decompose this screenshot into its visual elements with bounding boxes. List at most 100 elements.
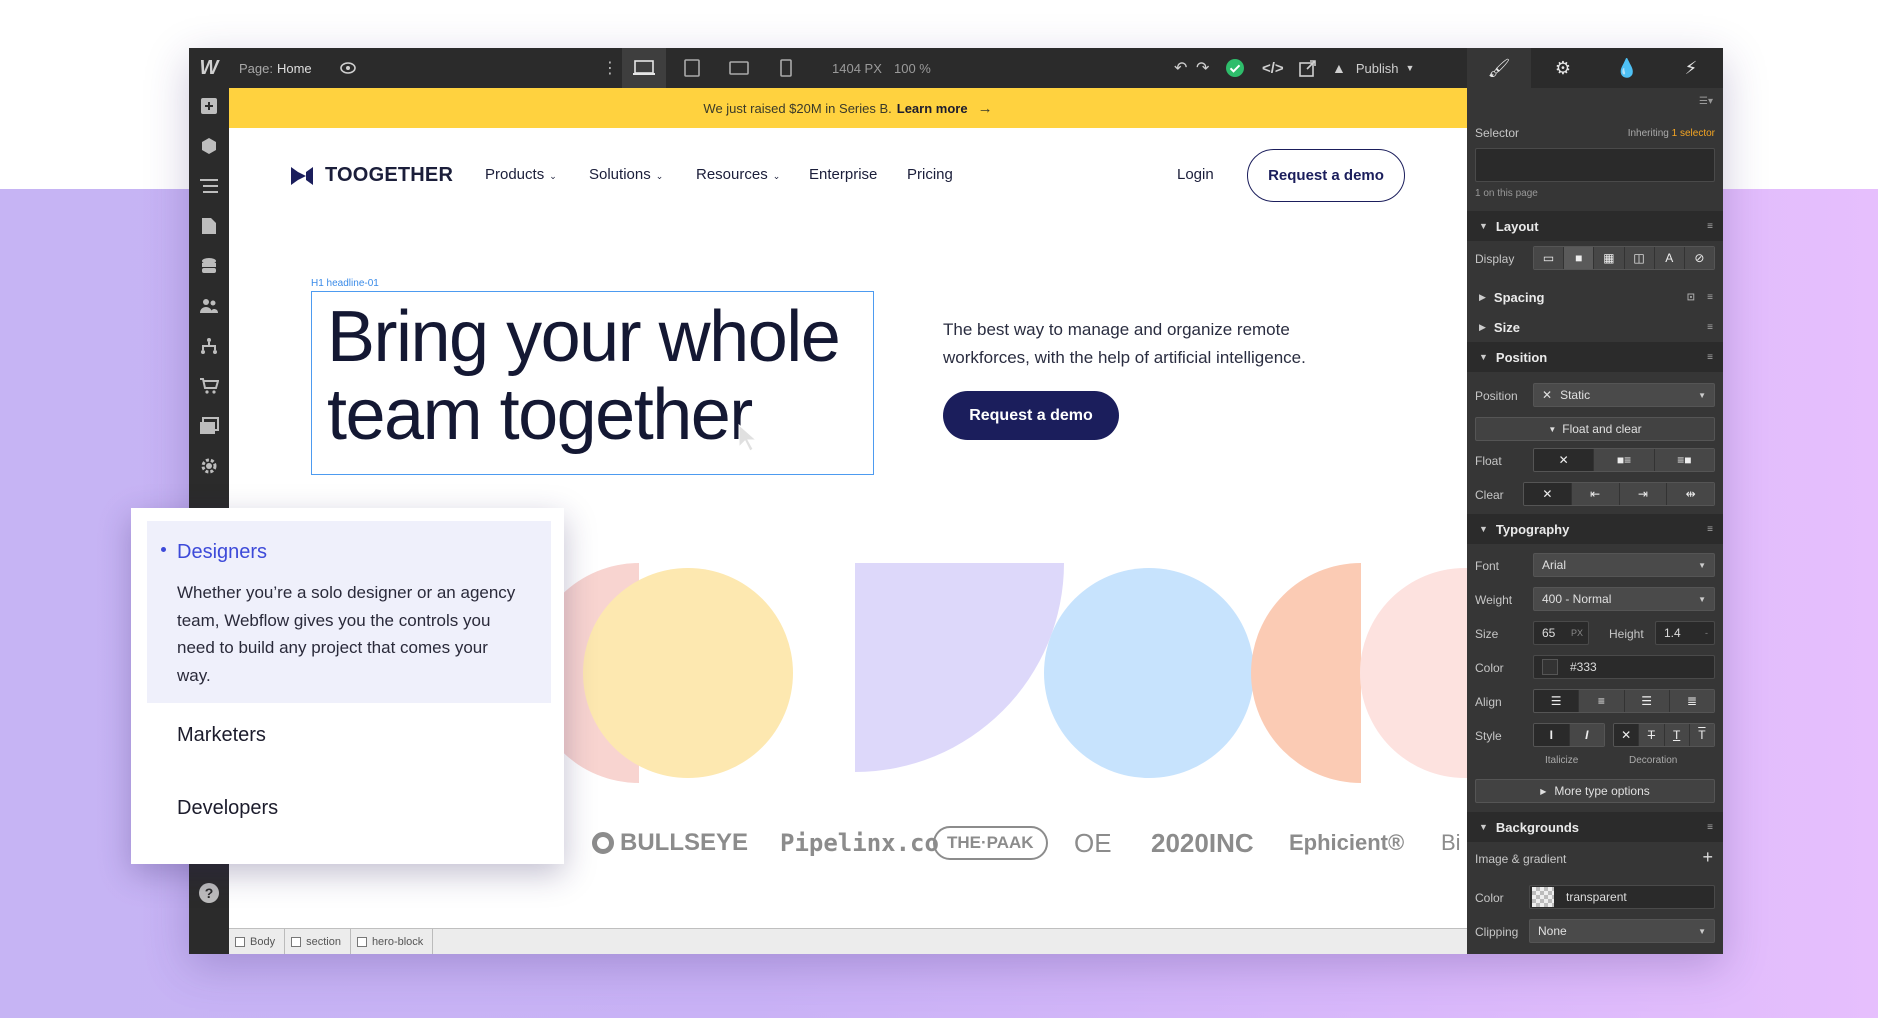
font-select[interactable]: Arial ▼ — [1533, 553, 1715, 577]
nav-pricing[interactable]: Pricing — [907, 166, 953, 183]
caret-down-icon: ▼ — [1698, 594, 1706, 604]
display-inline-icon[interactable]: A — [1654, 247, 1685, 269]
display-none-icon[interactable]: ⊘ — [1684, 247, 1714, 269]
clear-none-icon[interactable]: ✕ — [1524, 483, 1572, 505]
style-brush-icon[interactable]: 🖌 — [1467, 48, 1531, 88]
size-section-header[interactable]: ▶ Size ≡ — [1467, 312, 1723, 342]
underline-icon[interactable]: T — [1664, 724, 1690, 746]
backgrounds-section-header[interactable]: ▼ Backgrounds ≡ — [1467, 812, 1723, 842]
decoration-none-icon[interactable]: ✕ — [1614, 724, 1640, 746]
nav-products[interactable]: Products ⌄ — [485, 166, 557, 183]
style-manager-drops-icon[interactable]: 💧 — [1595, 48, 1659, 88]
float-none-icon[interactable]: ✕ — [1534, 449, 1595, 471]
font-size-unit[interactable]: PX — [1571, 628, 1583, 638]
display-inline-block-icon[interactable]: ◫ — [1624, 247, 1655, 269]
desktop-breakpoint-icon[interactable] — [622, 48, 666, 88]
style-italic-icon[interactable]: I — [1569, 724, 1604, 746]
float-and-clear-toggle[interactable]: ▼ Float and clear — [1475, 417, 1715, 441]
cms-icon[interactable] — [197, 254, 221, 278]
line-height-unit[interactable]: - — [1705, 628, 1708, 638]
line-height-input[interactable]: 1.4 - — [1655, 621, 1715, 645]
export-icon[interactable] — [1299, 48, 1317, 88]
display-flex-icon[interactable]: ■ — [1564, 247, 1595, 269]
breadcrumb-hero-block[interactable]: hero-block — [351, 928, 434, 954]
add-background-icon[interactable]: + — [1702, 847, 1713, 868]
style-regular-icon[interactable]: I — [1534, 724, 1570, 746]
position-section-header[interactable]: ▼ Position ≡ — [1467, 342, 1723, 372]
spacing-section-header[interactable]: ▶ Spacing ⊡ ≡ — [1467, 282, 1723, 312]
color-swatch[interactable] — [1542, 659, 1558, 675]
tablet-breakpoint-icon[interactable] — [677, 48, 707, 88]
logic-icon[interactable] — [197, 334, 221, 358]
page-selector[interactable]: Page: Home — [239, 48, 312, 88]
align-left-icon[interactable]: ☰ — [1534, 690, 1580, 712]
panel-options-icon[interactable]: ☰▾ — [1699, 96, 1713, 107]
inheriting-label: Inheriting — [1627, 128, 1669, 139]
brand-logo[interactable]: TOOGETHER — [291, 164, 453, 187]
align-center-icon[interactable]: ≡ — [1579, 690, 1625, 712]
add-panel-icon[interactable] — [197, 94, 221, 118]
navigator-icon[interactable] — [197, 174, 221, 198]
display-grid-icon[interactable]: ▦ — [1594, 247, 1625, 269]
clipping-select[interactable]: None ▼ — [1529, 919, 1715, 943]
clear-left-icon[interactable]: ⇤ — [1571, 483, 1620, 505]
position-select[interactable]: ✕ Static ▼ — [1533, 383, 1715, 407]
text-color-input[interactable]: #333 — [1533, 655, 1715, 679]
typography-section-header[interactable]: ▼ Typography ≡ — [1467, 514, 1723, 544]
publish-status-icon[interactable] — [1225, 48, 1245, 88]
nav-resources[interactable]: Resources ⌄ — [696, 166, 780, 183]
nav-enterprise[interactable]: Enterprise — [809, 166, 877, 183]
request-demo-nav-button[interactable]: Request a demo — [1247, 149, 1405, 202]
float-left-icon[interactable]: ■≡ — [1594, 449, 1655, 471]
clear-right-icon[interactable]: ⇥ — [1619, 483, 1668, 505]
bg-color-input[interactable]: transparent — [1529, 885, 1715, 909]
help-icon[interactable]: ? — [197, 881, 221, 905]
element-box-icon — [235, 936, 245, 947]
logo-oe: OE — [1074, 827, 1112, 858]
webflow-logo-icon[interactable]: W — [189, 48, 229, 88]
weight-select[interactable]: 400 - Normal ▼ — [1533, 587, 1715, 611]
publish-button[interactable]: ▲ Publish ▼ — [1332, 48, 1414, 88]
assets-icon[interactable] — [197, 414, 221, 438]
breadcrumb-section[interactable]: section — [285, 928, 351, 954]
mobile-landscape-icon[interactable] — [724, 48, 754, 88]
clear-both-icon[interactable]: ⇹ — [1667, 483, 1714, 505]
more-type-options-toggle[interactable]: ▶ More type options — [1475, 779, 1715, 803]
align-right-icon[interactable]: ☰ — [1624, 690, 1670, 712]
tab-marketers[interactable]: Marketers — [177, 724, 266, 747]
preview-eye-icon[interactable] — [339, 48, 357, 88]
element-breadcrumb: Body section hero-block — [229, 928, 1467, 954]
interactions-bolt-icon[interactable]: ⚡ — [1659, 48, 1723, 88]
mobile-portrait-icon[interactable] — [771, 48, 801, 88]
inheriting-count[interactable]: 1 selector — [1672, 128, 1715, 139]
settings-gear-icon[interactable] — [197, 454, 221, 478]
hero-headline[interactable]: Bring your whole team together — [327, 298, 867, 454]
font-size-input[interactable]: 65 PX — [1533, 621, 1589, 645]
transparent-swatch[interactable] — [1532, 887, 1554, 907]
pages-icon[interactable] — [197, 214, 221, 238]
brand-name: TOOGETHER — [325, 164, 454, 186]
selector-input[interactable] — [1475, 148, 1715, 182]
ecommerce-cart-icon[interactable] — [197, 374, 221, 398]
display-block-icon[interactable]: ▭ — [1534, 247, 1565, 269]
overline-icon[interactable]: T — [1689, 724, 1714, 746]
layout-section-header[interactable]: ▼ Layout ≡ — [1467, 211, 1723, 241]
code-icon[interactable]: </> — [1262, 48, 1284, 88]
users-icon[interactable] — [197, 294, 221, 318]
symbols-box-icon[interactable] — [197, 134, 221, 158]
undo-icon[interactable]: ↶ — [1174, 48, 1187, 88]
strikethrough-icon[interactable]: T — [1639, 724, 1665, 746]
caret-down-icon: ▼ — [1479, 524, 1488, 534]
tab-developers[interactable]: Developers — [177, 797, 278, 820]
request-demo-hero-button[interactable]: Request a demo — [943, 391, 1119, 440]
banner-link[interactable]: Learn more — [897, 101, 968, 116]
settings-gear-icon[interactable]: ⚙ — [1531, 48, 1595, 88]
more-options-icon[interactable]: ⋮ — [602, 48, 618, 88]
float-right-icon[interactable]: ≡■ — [1654, 449, 1714, 471]
tab-designers-title[interactable]: Designers — [177, 541, 267, 564]
login-link[interactable]: Login — [1177, 166, 1214, 183]
redo-icon[interactable]: ↷ — [1196, 48, 1209, 88]
breadcrumb-body[interactable]: Body — [229, 928, 286, 954]
nav-solutions[interactable]: Solutions ⌄ — [589, 166, 663, 183]
align-justify-icon[interactable]: ≣ — [1669, 690, 1714, 712]
